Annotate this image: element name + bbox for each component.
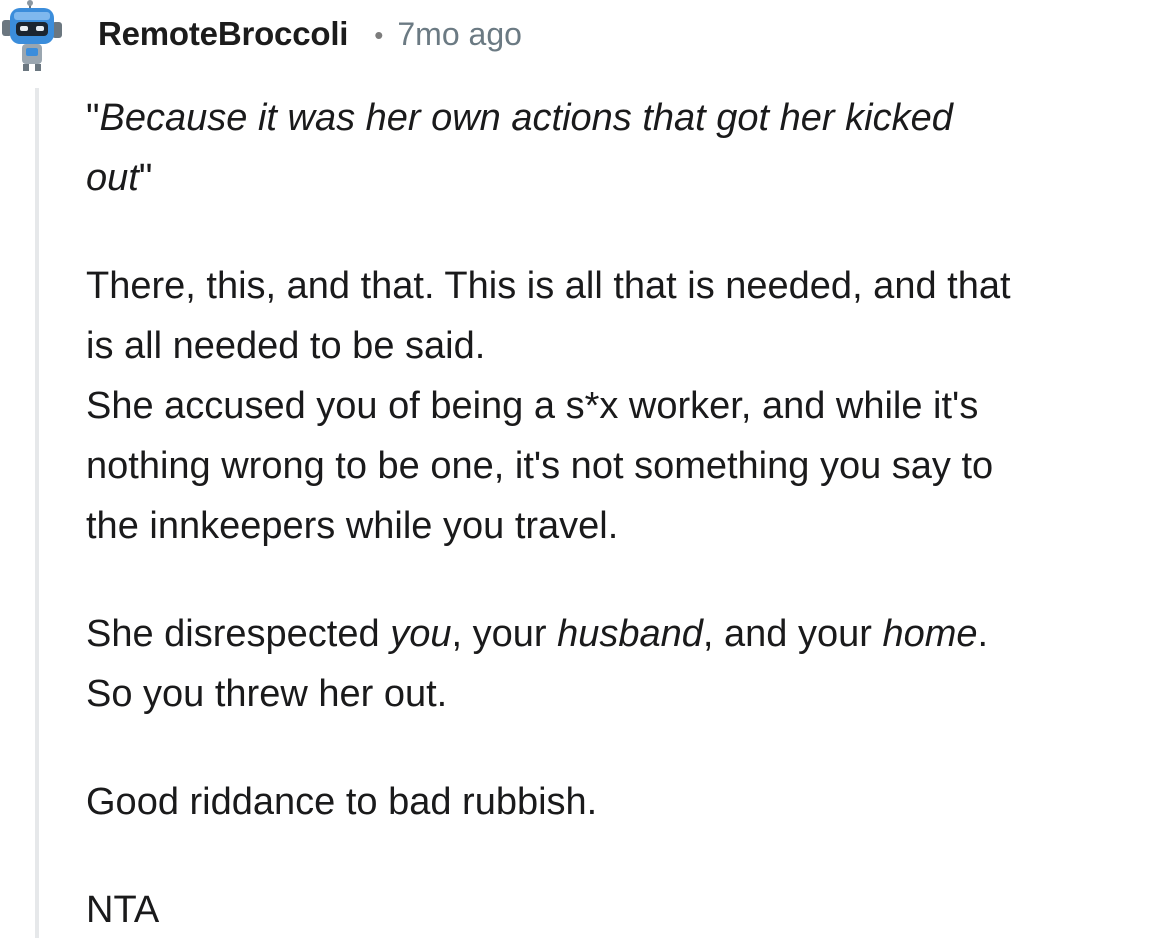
paragraph-1-line-4: nothing wrong to be one, it's not someth…: [86, 445, 994, 487]
author-username[interactable]: RemoteBroccoli: [98, 15, 348, 53]
quote-line-2: out": [86, 148, 1158, 208]
paragraph-1-line-2: is all needed to be said.: [86, 325, 486, 367]
p2-text-1: She disrespected: [86, 613, 391, 655]
comment-timestamp[interactable]: 7mo ago: [397, 16, 522, 53]
paragraph-2: She disrespected you, your husband, and …: [86, 604, 1158, 724]
paragraph-3: Good riddance to bad rubbish.: [86, 772, 1158, 832]
p2-emphasis-husband: husband: [557, 613, 703, 655]
quote-close-mark: ": [138, 157, 153, 199]
thread-collapse-line[interactable]: [35, 88, 39, 938]
p2-text-2: , your: [451, 613, 558, 655]
quote-text-1: Because it was her own actions that got …: [99, 97, 953, 139]
paragraph-1-line-1: There, this, and that. This is all that …: [86, 265, 1011, 307]
quote-text-2: out: [86, 157, 139, 199]
paragraph-2-line-2: So you threw her out.: [86, 673, 448, 715]
paragraph-4-line-1: NTA: [86, 889, 160, 931]
user-avatar[interactable]: [0, 0, 66, 72]
robot-avatar-icon: [2, 0, 62, 71]
quote-paragraph: "Because it was her own actions that got…: [86, 88, 1158, 208]
paragraph-1: There, this, and that. This is all that …: [86, 256, 1158, 556]
paragraph-4: NTA: [86, 880, 1158, 940]
paragraph-3-line-1: Good riddance to bad rubbish.: [86, 781, 598, 823]
paragraph-2-line-1: She disrespected you, your husband, and …: [86, 604, 1158, 664]
p2-emphasis-you: you: [390, 613, 452, 655]
meta-separator: •: [374, 19, 384, 50]
quote-line-1: "Because it was her own actions that got…: [86, 88, 1158, 148]
paragraph-1-line-3: She accused you of being a s*x worker, a…: [86, 385, 979, 427]
p2-text-4: .: [977, 613, 989, 655]
comment-header: RemoteBroccoli • 7mo ago: [98, 14, 522, 54]
p2-emphasis-home: home: [882, 613, 978, 655]
comment: RemoteBroccoli • 7mo ago "Because it was…: [0, 0, 1164, 938]
p2-text-3: , and your: [702, 613, 883, 655]
quote-open-mark: ": [86, 97, 100, 139]
paragraph-1-line-5: the innkeepers while you travel.: [86, 505, 619, 547]
